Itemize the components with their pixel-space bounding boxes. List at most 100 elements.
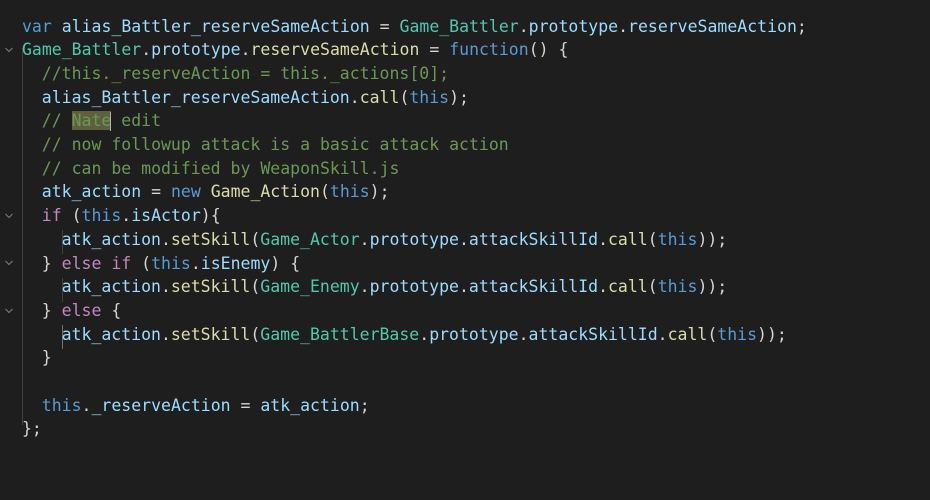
code-token: Game_Action <box>210 182 320 202</box>
code-token: Game_BattlerBase <box>260 324 420 344</box>
code-token: this <box>41 395 82 415</box>
code-token: var <box>22 16 52 36</box>
code-token: . <box>618 16 629 36</box>
code-token: ( <box>399 87 410 107</box>
code-token: ){ <box>200 206 221 226</box>
code-line-text: // can be modified by WeaponSkill.js <box>42 157 400 181</box>
code-line[interactable]: // can be modified by WeaponSkill.js <box>0 157 930 181</box>
code-token: Game_Battler <box>22 40 142 60</box>
code-token: // <box>41 111 72 131</box>
code-token: = <box>141 182 171 202</box>
code-token: . <box>598 277 608 297</box>
code-line[interactable]: this._reserveAction = atk_action; <box>0 394 930 418</box>
code-line[interactable]: } <box>0 346 930 370</box>
code-token: atk_action <box>61 324 161 344</box>
code-line-text: alias_Battler_reserveSameAction.call(thi… <box>42 86 469 110</box>
code-token: call <box>359 87 400 107</box>
code-line-text: Game_Battler.prototype.reserveSameAction… <box>22 38 568 62</box>
code-token: alias_Battler_reserveSameAction <box>61 16 370 36</box>
code-token: atk_action <box>61 229 161 249</box>
code-line-text: } <box>42 346 52 370</box>
code-token: . <box>160 229 171 249</box>
code-token: reserveSameAction <box>250 40 420 60</box>
code-token: . <box>190 253 201 273</box>
code-token: { <box>101 300 122 320</box>
code-line[interactable]: // Nate edit <box>0 109 930 133</box>
code-token: //this._reserveAction = this._actions[0]… <box>41 63 450 83</box>
code-token: ( <box>250 229 261 249</box>
chevron-down-icon[interactable] <box>3 299 15 323</box>
code-token: attackSkillId <box>468 277 599 297</box>
code-token: if <box>111 253 132 273</box>
code-token: setSkill <box>170 277 251 297</box>
code-token: . <box>160 324 171 344</box>
code-line[interactable]: }; <box>0 417 930 441</box>
code-token: . <box>81 395 92 415</box>
code-token: . <box>121 206 132 226</box>
code-token: = <box>230 395 261 415</box>
code-token: prototype <box>369 277 459 297</box>
code-token: )); <box>697 277 728 297</box>
code-line-text: // Nate edit <box>42 109 161 133</box>
code-token: Game_Actor <box>260 229 360 249</box>
code-line[interactable]: var alias_Battler_reserveSameAction = Ga… <box>0 15 930 39</box>
code-line[interactable]: //this._reserveAction = this._actions[0]… <box>0 62 930 86</box>
code-token: call <box>608 229 648 249</box>
code-token: prototype <box>528 16 619 36</box>
code-token: } <box>41 300 62 320</box>
code-line[interactable]: // now followup attack is a basic attack… <box>0 133 930 157</box>
code-token: ( <box>707 324 718 344</box>
code-token: . <box>518 324 529 344</box>
code-token: = <box>369 16 400 36</box>
code-token: this <box>717 324 758 344</box>
code-line-text: atk_action.setSkill(Game_Enemy.prototype… <box>62 275 728 299</box>
code-token: this <box>409 87 450 107</box>
code-line-text: if (this.isActor){ <box>42 204 221 228</box>
code-line[interactable]: alias_Battler_reserveSameAction.call(thi… <box>0 86 930 110</box>
code-line-text: } else { <box>42 299 122 323</box>
code-line[interactable]: atk_action.setSkill(Game_Enemy.prototype… <box>0 275 930 299</box>
code-line[interactable]: if (this.isActor){ <box>0 204 930 228</box>
code-token: call <box>608 277 648 297</box>
code-line-text: this._reserveAction = atk_action; <box>42 394 370 418</box>
code-token: this <box>657 229 698 249</box>
code-token: . <box>359 277 370 297</box>
code-token: prototype <box>369 229 459 249</box>
code-line[interactable]: } else { <box>0 299 930 323</box>
code-line[interactable]: atk_action = new Game_Action(this); <box>0 180 930 204</box>
code-token: setSkill <box>170 229 251 249</box>
code-token: this <box>657 277 698 297</box>
code-token: ( <box>131 253 152 273</box>
code-token: ); <box>369 182 390 202</box>
code-token: . <box>657 324 668 344</box>
code-line-text: atk_action.setSkill(Game_BattlerBase.pro… <box>62 323 787 347</box>
code-token: ; <box>359 395 370 415</box>
chevron-down-icon[interactable] <box>3 38 15 62</box>
code-editor[interactable]: var alias_Battler_reserveSameAction = Ga… <box>0 0 930 500</box>
code-line[interactable]: atk_action.setSkill(Game_Actor.prototype… <box>0 228 930 252</box>
code-token: else <box>61 300 102 320</box>
code-token: isEnemy <box>200 253 271 273</box>
code-line[interactable]: Game_Battler.prototype.reserveSameAction… <box>0 38 930 62</box>
code-token: . <box>240 40 251 60</box>
code-token: alias_Battler_reserveSameAction <box>41 87 350 107</box>
code-line[interactable] <box>0 370 930 394</box>
code-line-text: // now followup attack is a basic attack… <box>42 133 509 157</box>
code-line-text: var alias_Battler_reserveSameAction = Ga… <box>22 15 807 39</box>
chevron-down-icon[interactable] <box>3 252 15 276</box>
code-token: } <box>41 253 62 273</box>
code-line-text: }; <box>22 417 42 441</box>
code-token: call <box>667 324 708 344</box>
code-token: isActor <box>131 206 201 226</box>
highlighted-word: Nate <box>71 111 112 131</box>
code-token: Game_Battler <box>399 16 519 36</box>
code-token: attackSkillId <box>528 324 658 344</box>
code-line[interactable]: atk_action.setSkill(Game_BattlerBase.pro… <box>0 323 930 347</box>
code-token: } <box>41 348 52 368</box>
code-token: attackSkillId <box>468 229 599 249</box>
chevron-down-icon[interactable] <box>3 204 15 228</box>
code-line[interactable]: } else if (this.isEnemy) { <box>0 252 930 276</box>
code-token: . <box>141 40 152 60</box>
